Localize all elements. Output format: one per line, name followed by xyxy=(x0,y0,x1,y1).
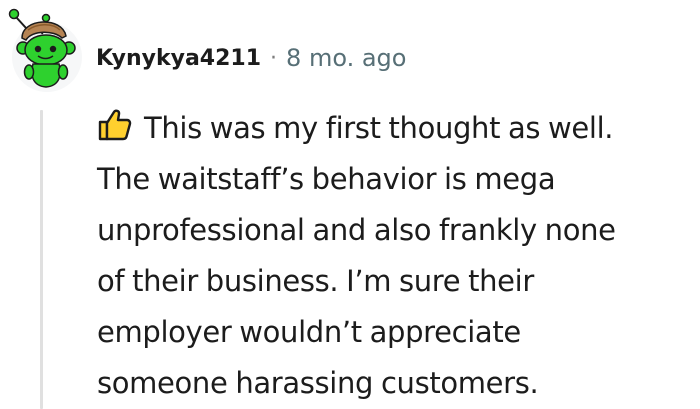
comment-body-line: unprofessional and also frankly none xyxy=(97,213,616,247)
comment-body: This was my first thought as well. The w… xyxy=(97,103,697,409)
avatar[interactable] xyxy=(8,8,86,92)
meta-separator: · xyxy=(270,45,278,71)
comment-body-line: The waitstaff’s behavior is mega xyxy=(97,162,556,196)
comment-body-line: of their business. I’m sure their xyxy=(97,264,534,298)
comment-header: Kynykya4211 · 8 mo. ago xyxy=(96,38,406,78)
comment-body-line: someone harassing customers. xyxy=(97,366,539,400)
thread-line[interactable] xyxy=(40,110,43,409)
thumbs-up-icon xyxy=(97,107,132,142)
author-username[interactable]: Kynykya4211 xyxy=(96,46,261,71)
comment-body-line: This was my first thought as well. xyxy=(97,103,697,154)
comment-body-line: employer wouldn’t appreciate xyxy=(97,315,521,349)
comment: Kynykya4211 · 8 mo. ago This was my firs… xyxy=(0,0,700,409)
comment-timestamp[interactable]: 8 mo. ago xyxy=(286,44,406,72)
snoo-avatar-icon xyxy=(8,8,82,92)
